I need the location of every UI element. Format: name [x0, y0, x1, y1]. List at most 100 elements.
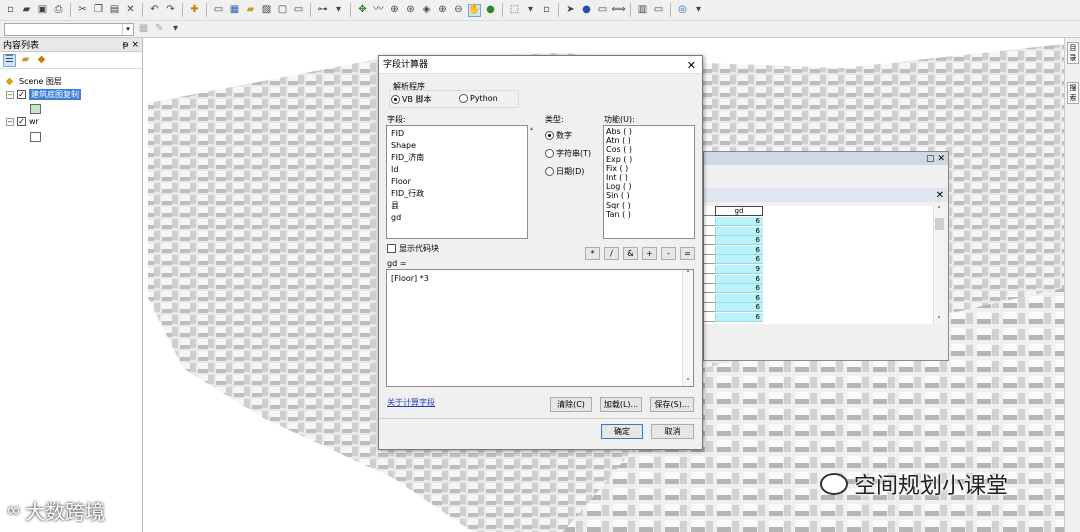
radio-button[interactable] [391, 95, 400, 104]
center-target-icon[interactable]: ⊕ [388, 4, 401, 17]
radio-button[interactable] [545, 149, 554, 158]
row-selector[interactable] [704, 275, 715, 284]
expression-textarea[interactable]: [Floor] *3 ˄ ˅ [386, 269, 694, 387]
zoom-out-icon[interactable]: ⊖ [452, 4, 465, 17]
row-selector[interactable] [704, 227, 715, 236]
table-cell-gd[interactable]: 6 [715, 217, 763, 226]
layer-name[interactable]: wr [29, 117, 39, 126]
scroll-up-icon[interactable]: ˄ [683, 270, 693, 278]
function-item[interactable]: Exp ( ) [604, 155, 694, 164]
row-selector[interactable] [704, 303, 715, 313]
parser-vb-option[interactable]: VB 脚本 [391, 94, 432, 105]
table-cell-gd[interactable]: 6 [715, 245, 763, 255]
scroll-down-icon[interactable]: ˅ [934, 316, 944, 324]
layer-row-wr[interactable]: − ✓ wr [6, 117, 39, 126]
maximize-icon[interactable]: ▢ [926, 154, 935, 164]
function-item[interactable]: Int ( ) [604, 173, 694, 182]
dropdown-icon[interactable]: ▾ [169, 23, 182, 36]
row-selector[interactable] [704, 294, 715, 303]
clear-button[interactable]: 清除(C) [550, 397, 592, 412]
zoom-to-target-icon[interactable]: ⊛ [404, 4, 417, 17]
cut-icon[interactable]: ✂ [76, 4, 89, 17]
grid-scrollbar[interactable]: ˄ ˅ [933, 206, 944, 324]
field-item[interactable]: Floor [387, 176, 527, 188]
list-by-source-icon[interactable]: ▰ [19, 54, 32, 67]
function-item[interactable]: Sqr ( ) [604, 201, 694, 210]
save-button[interactable]: 保存(S)... [650, 397, 694, 412]
delete-icon[interactable]: ✕ [124, 4, 137, 17]
parser-python-option[interactable]: Python [459, 94, 498, 103]
layer-symbol-row[interactable] [30, 104, 41, 114]
scroll-up-icon[interactable]: ˄ [934, 206, 944, 214]
about-calculate-field-link[interactable]: 关于计算字段 [387, 397, 435, 408]
row-selector[interactable] [704, 217, 715, 226]
function-item[interactable]: Atn ( ) [604, 136, 694, 145]
symbol-swatch[interactable] [30, 132, 41, 142]
pin-close-icon[interactable]: ᵽ × [123, 40, 139, 50]
html-popup-icon[interactable]: ▭ [596, 4, 609, 17]
catalog-tab[interactable]: 目录 [1067, 42, 1079, 64]
radio-button[interactable] [545, 131, 554, 140]
paste-icon[interactable]: ▤ [108, 4, 121, 17]
edit-icon[interactable]: ✎ [153, 23, 166, 36]
observer-icon[interactable]: ◈ [420, 4, 433, 17]
radio-button[interactable] [459, 94, 468, 103]
layer-name[interactable]: 建筑底图复制 [29, 89, 81, 100]
add-data-icon[interactable]: ✚ [188, 4, 201, 17]
print-icon[interactable]: ⎙ [52, 4, 65, 17]
dropdown-icon[interactable]: ▾ [524, 4, 537, 17]
table-cell-gd[interactable]: 6 [715, 284, 763, 294]
operator-equals-button[interactable]: = [680, 247, 695, 260]
functions-listbox[interactable]: Abs ( ) Atn ( ) Cos ( ) Exp ( ) Fix ( ) Int (… [603, 125, 695, 239]
function-item[interactable]: Log ( ) [604, 182, 694, 191]
full-extent-icon[interactable]: ● [484, 4, 497, 17]
new-icon[interactable]: ▫ [4, 4, 17, 17]
undo-icon[interactable]: ↶ [148, 4, 161, 17]
collapse-icon[interactable]: − [6, 117, 14, 126]
operator-plus-button[interactable]: + [642, 247, 657, 260]
model-icon[interactable]: ⊶ [316, 4, 329, 17]
folder-icon[interactable]: ▰ [244, 4, 257, 17]
field-item[interactable]: Shape [387, 140, 527, 152]
window-icon[interactable]: ▦ [228, 4, 241, 17]
symbol-swatch[interactable] [30, 104, 41, 114]
dropdown-icon[interactable]: ▾ [332, 4, 345, 17]
load-button[interactable]: 加载(L)... [600, 397, 642, 412]
scroll-thumb[interactable] [935, 218, 944, 230]
field-item[interactable]: FID [387, 128, 527, 140]
operator-minus-button[interactable]: - [661, 247, 676, 260]
function-item[interactable]: Cos ( ) [604, 145, 694, 154]
column-header-gd[interactable]: gd [715, 206, 763, 216]
select-elements-icon[interactable]: ➤ [564, 4, 577, 17]
measure-icon[interactable]: ⟺ [611, 4, 625, 17]
row-selector[interactable] [704, 255, 715, 265]
zoom-in-icon[interactable]: ⊕ [436, 4, 449, 17]
clear-selection-icon[interactable]: ▫ [540, 4, 553, 17]
operator-multiply-button[interactable]: * [585, 247, 600, 260]
row-selector[interactable] [704, 246, 715, 255]
fields-listbox[interactable]: FID Shape FID_济南 Id Floor FID_行政县 gd [386, 125, 528, 239]
table-cell-gd[interactable]: 6 [715, 236, 763, 246]
close-icon[interactable]: ✕ [936, 190, 944, 201]
table-cell-gd[interactable]: 6 [715, 313, 763, 322]
layer-visibility-checkbox[interactable]: ✓ [17, 117, 26, 126]
show-codeblock-checkbox[interactable] [387, 244, 396, 253]
operator-divide-button[interactable]: / [604, 247, 619, 260]
table-cell-gd[interactable]: 6 [715, 226, 763, 236]
save-icon[interactable]: ▣ [36, 4, 49, 17]
python-icon[interactable]: ▭ [292, 4, 305, 17]
navigate-icon[interactable]: ✥ [356, 4, 369, 17]
select-features-icon[interactable]: ⬚ [508, 4, 521, 17]
pan-icon[interactable]: ✋ [468, 3, 481, 17]
field-item[interactable]: FID_行政 [387, 188, 527, 200]
layer-visibility-checkbox[interactable]: ✓ [17, 90, 26, 99]
grid-icon[interactable]: ▦ [137, 23, 150, 36]
copy-icon[interactable]: ❐ [92, 4, 105, 17]
open-icon[interactable]: ▰ [20, 4, 33, 17]
table-cell-gd[interactable]: 9 [715, 265, 763, 274]
expression-text[interactable]: [Floor] *3 [387, 270, 693, 287]
animation-icon[interactable]: ▥ [636, 4, 649, 17]
scroll-down-icon[interactable]: ˅ [683, 378, 693, 386]
row-selector[interactable] [704, 265, 715, 274]
redo-icon[interactable]: ↷ [164, 4, 177, 17]
